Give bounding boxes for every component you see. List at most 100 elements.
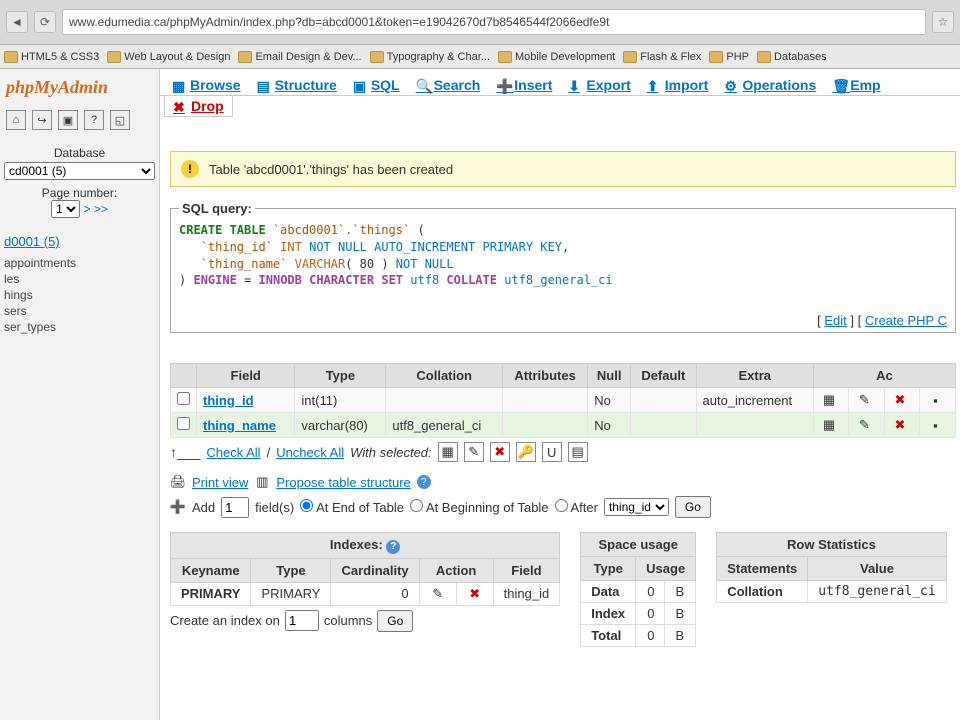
radio-after[interactable] [555,499,568,512]
drop-icon[interactable]: ✖ [891,416,909,434]
reload-button[interactable]: ⟳ [34,11,56,33]
empty-icon: 🗑 [832,78,846,92]
up-arrow-icon: ↑___ [170,444,200,460]
create-index-form: Create an index on columns Go [170,610,560,632]
check-all-bar: ↑___ Check All / Uncheck All With select… [170,442,956,462]
tab-structure[interactable]: ▤Structure [249,73,345,95]
database-select[interactable]: cd0001 (5) [4,162,155,180]
print-view-link[interactable]: Print view [192,475,248,490]
row-checkbox[interactable] [177,392,190,405]
browse-icon[interactable]: ▦ [820,416,838,434]
go-button[interactable]: Go [675,496,711,518]
more-icon[interactable]: ▪ [926,391,944,409]
check-all-link[interactable]: Check All [206,445,260,460]
col-null: Null [588,364,631,388]
col-attributes: Attributes [503,364,588,388]
tab-search[interactable]: 🔍Search [408,73,489,95]
tab-empty[interactable]: 🗑Emp [824,73,888,95]
bookmarks-bar: HTML5 & CSS3 Web Layout & Design Email D… [0,45,960,69]
field-link[interactable]: thing_name [203,418,276,433]
table-item[interactable]: sers [4,303,155,319]
sql-query-icon[interactable]: ▣ [58,110,78,130]
browse-icon[interactable]: ▦ [820,391,838,409]
edit-icon[interactable]: ✎ [855,391,873,409]
pager-next-link[interactable]: > >> [83,202,107,216]
table-item[interactable]: ser_types [4,319,155,335]
col-extra: Extra [696,364,813,388]
bookmark-item[interactable]: PHP [709,51,749,63]
drop-selected-icon[interactable]: ✖ [490,442,510,462]
bookmark-star-icon[interactable]: ☆ [932,11,954,33]
row-checkbox[interactable] [177,417,190,430]
indexes-caption: Indexes: ? [170,532,560,558]
field-link[interactable]: thing_id [203,393,254,408]
more-icon[interactable]: ▪ [926,416,944,434]
edit-index-icon[interactable]: ✎ [430,586,446,602]
url-bar[interactable]: www.edumedia.ca/phpMyAdmin/index.php?db=… [62,9,926,35]
bookmark-item[interactable]: Typography & Char... [370,51,490,63]
uncheck-all-link[interactable]: Uncheck All [276,445,344,460]
logout-icon[interactable]: ↪ [32,110,52,130]
operations-icon: ⚙ [724,78,738,92]
add-count-input[interactable] [221,497,249,518]
refresh-icon[interactable]: ◱ [110,110,130,130]
home-icon[interactable]: ⌂ [6,110,26,130]
radio-end[interactable] [300,499,313,512]
index-columns-input[interactable] [285,610,319,631]
unique-selected-icon[interactable]: U [542,442,562,462]
browse-selected-icon[interactable]: ▦ [438,442,458,462]
drop-index-icon[interactable]: ✖ [467,586,483,602]
tab-insert[interactable]: ➕Insert [488,73,560,95]
table-item[interactable]: les [4,271,155,287]
bookmark-item[interactable]: Databases [757,51,827,63]
index-go-button[interactable]: Go [377,610,413,632]
browser-toolbar: ◄ ⟳ www.edumedia.ca/phpMyAdmin/index.php… [0,0,960,45]
db-link[interactable]: d0001 (5) [4,234,155,249]
bookmark-item[interactable]: Web Layout & Design [107,51,230,63]
drop-icon[interactable]: ✖ [891,391,909,409]
after-field-select[interactable]: thing_id [604,498,669,516]
sql-edit-link[interactable]: Edit [824,313,846,328]
tab-browse[interactable]: ▦Browse [164,73,249,95]
radio-beginning[interactable] [410,499,423,512]
folder-icon [107,51,121,63]
propose-structure-link[interactable]: Propose table structure [276,475,410,490]
tab-operations[interactable]: ⚙Operations [716,73,824,95]
col-action: Ac [813,364,955,388]
docs-icon[interactable]: ? [84,110,104,130]
tab-drop[interactable]: ✖Drop [164,96,233,117]
browse-icon: ▦ [172,78,186,92]
bookmark-item[interactable]: HTML5 & CSS3 [4,51,99,63]
back-button[interactable]: ◄ [6,11,28,33]
rowstats-table: StatementsValue Collationutf8_general_ci [716,556,946,603]
add-fields-form: ➕ Add field(s) At End of Table At Beginn… [170,496,956,518]
space-caption: Space usage [580,532,696,556]
table-item[interactable]: hings [4,287,155,303]
page-number-select[interactable]: 1 [51,200,80,218]
with-selected-label: With selected: [350,445,432,460]
edit-selected-icon[interactable]: ✎ [464,442,484,462]
drop-icon: ✖ [173,99,187,113]
insert-icon: ➕ [496,78,510,92]
folder-icon [370,51,384,63]
bookmark-item[interactable]: Email Design & Dev... [238,51,361,63]
sql-createphp-link[interactable]: Create PHP C [865,313,947,328]
col-collation: Collation [386,364,503,388]
propose-icon: ▥ [254,474,270,490]
tabs-row: ▦Browse ▤Structure ▣SQL 🔍Search ➕Insert … [160,69,960,96]
index-selected-icon[interactable]: ▤ [568,442,588,462]
add-icon: ➕ [170,499,186,515]
tab-export[interactable]: ⬇Export [560,73,638,95]
table-item[interactable]: appointments [4,255,155,271]
primary-selected-icon[interactable]: 🔑 [516,442,536,462]
database-label: Database [4,146,155,160]
help-icon[interactable]: ? [417,475,431,489]
tab-sql[interactable]: ▣SQL [345,73,408,95]
tab-import[interactable]: ⬆Import [639,73,717,95]
help-icon[interactable]: ? [386,540,400,554]
bookmark-item[interactable]: Mobile Development [498,51,615,63]
bookmark-item[interactable]: Flash & Flex [623,51,701,63]
folder-icon [623,51,637,63]
col-default: Default [631,364,696,388]
edit-icon[interactable]: ✎ [855,416,873,434]
